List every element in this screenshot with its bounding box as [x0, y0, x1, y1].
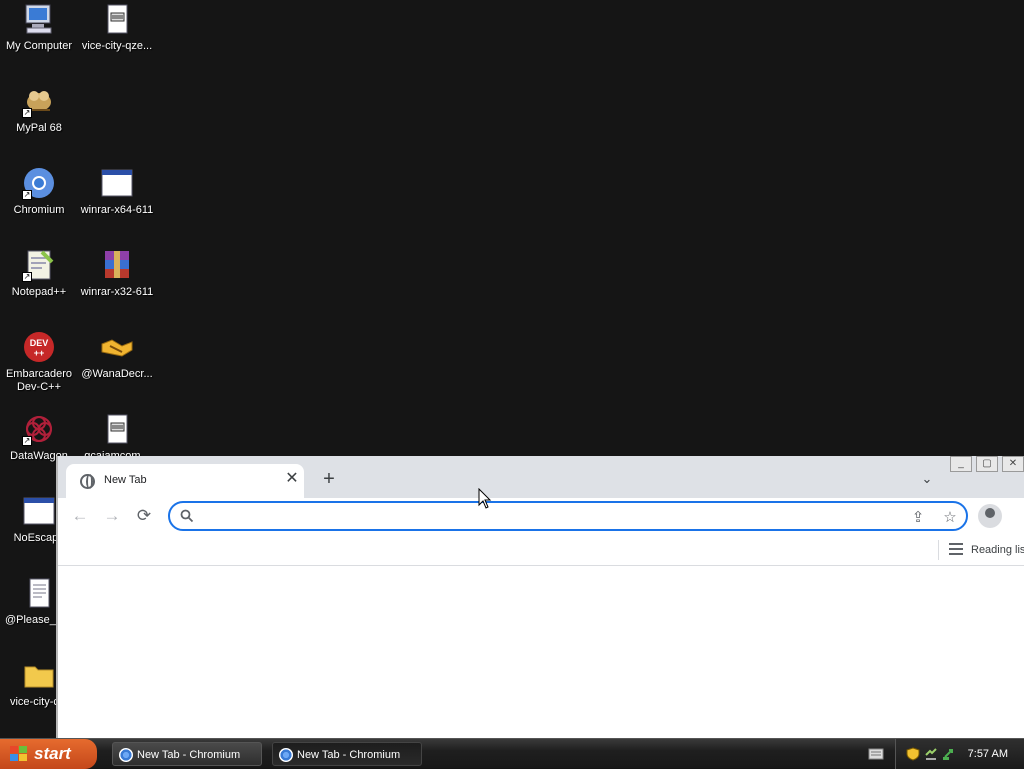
- shield-icon[interactable]: [906, 747, 920, 761]
- desktop-icon-label: MyPal 68: [16, 122, 62, 134]
- back-arrow-icon[interactable]: ←: [68, 504, 92, 528]
- minimize-icon[interactable]: _: [950, 456, 972, 472]
- taskbar-button-chromium[interactable]: New Tab - Chromium: [112, 742, 262, 766]
- chromium-window: New Tab ✕ + ⌄ _ ▢ ✕ ← → ⟳ ⇪ ☆ ⋮ Reading: [56, 456, 1024, 738]
- shortcut-arrow-icon: ↗: [22, 436, 32, 446]
- desktop-icon-label: Notepad++: [11, 286, 67, 298]
- shortcut-arrow-icon: ↗: [22, 272, 32, 282]
- chromium-icon: [119, 748, 133, 762]
- network-icon[interactable]: [924, 747, 938, 761]
- bookmark-star-icon[interactable]: ☆: [940, 508, 960, 528]
- clock: 7:57 AM: [967, 748, 1008, 760]
- taskbar-button-label: New Tab - Chromium: [297, 749, 401, 761]
- svg-text:++: ++: [34, 348, 45, 358]
- desktop-icon-wanadecryptor[interactable]: @WanaDecr...: [78, 330, 156, 381]
- chromium-icon: ↗: [22, 166, 56, 200]
- desktop-icon-label: @WanaDecr...: [81, 368, 153, 380]
- desktop-icon-notepad-plus-plus[interactable]: ↗ Notepad++: [0, 248, 78, 299]
- reload-icon[interactable]: ⟳: [132, 504, 156, 528]
- handshake-icon: [100, 330, 134, 364]
- winrar-icon: [100, 248, 134, 282]
- globe-icon: [80, 474, 95, 489]
- maximize-icon[interactable]: ▢: [976, 456, 998, 472]
- bookmarks-bar: Reading list: [58, 534, 1024, 566]
- dev-cpp-icon: DEV ++: [22, 330, 56, 364]
- shortcut-arrow-icon: ↗: [22, 108, 32, 118]
- tab-title: New Tab: [104, 474, 147, 486]
- forward-arrow-icon[interactable]: →: [100, 504, 124, 528]
- taskbar-button-label: New Tab - Chromium: [137, 749, 241, 761]
- safely-remove-icon[interactable]: [942, 747, 956, 761]
- svg-text:DEV: DEV: [30, 338, 49, 348]
- windows-flag-icon: [10, 746, 28, 762]
- desktop-icon-winrar-x64[interactable]: winrar-x64-611: [78, 166, 156, 217]
- tab-search-icon[interactable]: ⌄: [918, 470, 936, 488]
- desktop-icon-winrar-x32[interactable]: winrar-x32-611: [78, 248, 156, 299]
- tab-new-tab[interactable]: New Tab ✕: [66, 464, 304, 498]
- desktop-icon-label: Embarcadero Dev-C++: [5, 368, 73, 393]
- start-button[interactable]: start: [0, 739, 97, 769]
- desktop-icon-label: winrar-x64-611: [80, 204, 154, 216]
- desktop-icon-label: winrar-x32-611: [80, 286, 154, 298]
- notepad-plus-plus-icon: ↗: [22, 248, 56, 282]
- folder-icon: [22, 658, 56, 692]
- desktop-icon-label: vice-city-qze...: [81, 40, 153, 52]
- browser-toolbar: ← → ⟳ ⇪ ☆ ⋮: [58, 498, 1024, 534]
- desktop-icon-my-computer[interactable]: My Computer: [0, 2, 78, 53]
- menu-kebab-icon[interactable]: ⋮: [1016, 504, 1024, 528]
- search-icon: [180, 509, 194, 523]
- address-input[interactable]: [202, 507, 882, 525]
- share-icon[interactable]: ⇪: [908, 508, 928, 528]
- datawagon-icon: ↗: [22, 412, 56, 446]
- desktop-icon-chromium[interactable]: ↗ Chromium: [0, 166, 78, 217]
- profile-avatar-icon[interactable]: [978, 504, 1002, 528]
- computer-icon: [22, 2, 56, 36]
- system-tray: 7:57 AM: [895, 739, 1024, 769]
- close-window-icon[interactable]: ✕: [1002, 456, 1024, 472]
- taskbar-button-chromium[interactable]: New Tab - Chromium: [272, 742, 422, 766]
- keyboard-icon[interactable]: [868, 748, 884, 760]
- text-document-icon: [22, 576, 56, 610]
- mypal-icon: ↗: [22, 84, 56, 118]
- taskbar: start New Tab - Chromium New Tab - Chrom…: [0, 738, 1024, 769]
- reading-list-label: Reading list: [971, 544, 1024, 556]
- config-file-icon: [100, 412, 134, 446]
- close-tab-icon[interactable]: ✕: [282, 469, 302, 489]
- mouse-cursor-icon: [478, 488, 492, 509]
- start-label: start: [34, 744, 71, 763]
- address-bar[interactable]: ⇪ ☆: [168, 501, 968, 531]
- chromium-icon: [279, 748, 293, 762]
- new-tab-button[interactable]: +: [318, 468, 340, 490]
- desktop-icon-label: My Computer: [5, 40, 73, 52]
- desktop-icon-mypal[interactable]: ↗ MyPal 68: [0, 84, 78, 135]
- application-window-icon: [22, 494, 56, 528]
- reading-list-button[interactable]: Reading list: [938, 540, 1024, 560]
- tab-strip: New Tab ✕ + ⌄ _ ▢ ✕: [58, 456, 1024, 498]
- shortcut-arrow-icon: ↗: [22, 190, 32, 200]
- desktop-icon-label: Chromium: [13, 204, 65, 216]
- config-file-icon: [100, 2, 134, 36]
- reading-list-icon: [949, 543, 963, 555]
- application-window-icon: [100, 166, 134, 200]
- desktop: My Computer ↗ MyPal 68 ↗ Chromium ↗ Note…: [0, 0, 1024, 738]
- desktop-icon-dev-cpp[interactable]: DEV ++ Embarcadero Dev-C++: [0, 330, 78, 394]
- desktop-icon-vice-city-qze[interactable]: vice-city-qze...: [78, 2, 156, 53]
